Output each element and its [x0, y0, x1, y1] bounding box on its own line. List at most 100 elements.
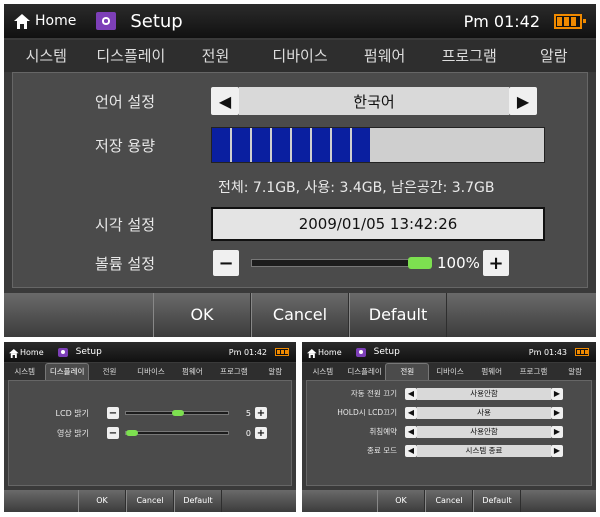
language-value: 한국어	[239, 87, 509, 115]
setting-row: 종료 모드 ◀ 시스템 종료 ▶	[307, 444, 591, 457]
volume-value: 100%	[437, 254, 480, 272]
cancel-button[interactable]: Cancel	[251, 293, 349, 337]
bottom-bar: OK Cancel Default	[4, 490, 296, 512]
tab-device[interactable]: 디바이스	[258, 40, 343, 72]
ok-button[interactable]: OK	[377, 490, 425, 512]
cancel-button[interactable]: Cancel	[425, 490, 473, 512]
tab-system[interactable]: 시스템	[302, 363, 344, 380]
top-bar: Home Setup Pm 01:42	[4, 4, 596, 38]
tab-program[interactable]: 프로그램	[213, 363, 254, 380]
storage-usage-bar	[211, 127, 545, 163]
ok-button[interactable]: OK	[153, 293, 251, 337]
volume-slider-thumb[interactable]	[408, 257, 432, 269]
tab-firmware[interactable]: 펌웨어	[172, 363, 213, 380]
home-icon[interactable]	[307, 349, 317, 358]
lcd-minus-button[interactable]: −	[107, 407, 119, 419]
storage-used-segment	[312, 128, 332, 162]
battery-icon	[575, 348, 589, 356]
time-label: 시각 설정	[95, 215, 155, 234]
video-brightness-label: 영상 밝기	[57, 428, 89, 438]
video-minus-button[interactable]: −	[107, 427, 119, 439]
language-prev-button[interactable]: ◀	[211, 87, 239, 115]
auto-power-off-next-button[interactable]: ▶	[551, 387, 563, 400]
hold-lcd-off-value: 사용	[417, 406, 551, 419]
tab-power[interactable]: 전원	[385, 363, 430, 380]
setup-screen-system: Home Setup Pm 01:42 시스템 디스플레이 전원 디바이스 펌웨…	[4, 4, 596, 337]
home-icon[interactable]	[9, 349, 19, 358]
bottom-bar: OK Cancel Default	[302, 490, 596, 512]
setting-row: 취침예약 ◀ 사용안함 ▶	[307, 425, 591, 438]
storage-label: 저장 용량	[95, 136, 155, 155]
shutdown-mode-label: 종료 모드	[367, 446, 397, 455]
tab-system[interactable]: 시스템	[4, 40, 89, 72]
video-value: 0	[245, 428, 251, 438]
setup-screen-power: Home Setup Pm 01:43 시스템 디스플레이 전원 디바이스 펌웨…	[302, 342, 596, 512]
ok-button[interactable]: OK	[78, 490, 126, 512]
storage-summary: 전체: 7.1GB, 사용: 3.4GB, 남은공간: 3.7GB	[218, 180, 495, 196]
shutdown-mode-next-button[interactable]: ▶	[551, 444, 563, 457]
shutdown-mode-value: 시스템 종료	[417, 444, 551, 457]
language-next-button[interactable]: ▶	[509, 87, 537, 115]
setting-row: HOLD시 LCD끄기 ◀ 사용 ▶	[307, 406, 591, 419]
storage-used-segment	[272, 128, 292, 162]
settings-panel: 언어 설정 ◀ 한국어 ▶ 저장 용량 전체: 7.1GB, 사용: 3.4GB…	[12, 72, 588, 288]
home-icon[interactable]	[14, 13, 30, 29]
tab-device[interactable]: 디바이스	[429, 363, 471, 380]
sleep-timer-next-button[interactable]: ▶	[551, 425, 563, 438]
tab-bar: 시스템 디스플레이 전원 디바이스 펌웨어 프로그램 알람	[4, 40, 596, 72]
video-slider-thumb[interactable]	[126, 430, 138, 436]
bottom-bar: OK Cancel Default	[4, 293, 596, 337]
tab-alarm[interactable]: 알람	[511, 40, 596, 72]
tab-program[interactable]: 프로그램	[427, 40, 512, 72]
tab-power[interactable]: 전원	[89, 363, 130, 380]
video-slider[interactable]	[125, 430, 229, 436]
battery-icon	[554, 13, 586, 29]
lcd-brightness-label: LCD 밝기	[55, 408, 89, 418]
lcd-slider[interactable]	[125, 410, 229, 416]
tab-display[interactable]: 디스플레이	[89, 40, 174, 72]
volume-label: 볼륨 설정	[95, 254, 155, 273]
volume-slider[interactable]	[251, 257, 432, 269]
default-button[interactable]: Default	[473, 490, 521, 512]
tab-bar: 시스템 디스플레이 전원 디바이스 펌웨어 프로그램 알람	[4, 363, 296, 380]
tab-firmware[interactable]: 펌웨어	[342, 40, 427, 72]
tab-system[interactable]: 시스템	[4, 363, 45, 380]
sleep-timer-value: 사용안함	[417, 425, 551, 438]
datetime-field[interactable]: 2009/01/05 13:42:26	[211, 207, 545, 241]
tab-alarm[interactable]: 알람	[554, 363, 596, 380]
lcd-value: 5	[245, 408, 251, 418]
volume-plus-button[interactable]: +	[483, 250, 509, 276]
settings-panel: 자동 전원 끄기 ◀ 사용안함 ▶ HOLD시 LCD끄기 ◀ 사용 ▶ 취침예…	[306, 380, 592, 486]
settings-panel: LCD 밝기 − 5 + 영상 밝기 − 0 +	[8, 380, 292, 486]
lcd-plus-button[interactable]: +	[255, 407, 267, 419]
tab-firmware[interactable]: 펌웨어	[471, 363, 513, 380]
tab-display[interactable]: 디스플레이	[344, 363, 386, 380]
auto-power-off-prev-button[interactable]: ◀	[405, 387, 417, 400]
tab-device[interactable]: 디바이스	[130, 363, 171, 380]
storage-used-segment	[232, 128, 252, 162]
hold-lcd-off-prev-button[interactable]: ◀	[405, 406, 417, 419]
tab-display[interactable]: 디스플레이	[45, 363, 89, 380]
lcd-slider-thumb[interactable]	[172, 410, 184, 416]
video-plus-button[interactable]: +	[255, 427, 267, 439]
tab-alarm[interactable]: 알람	[255, 363, 296, 380]
tab-program[interactable]: 프로그램	[513, 363, 555, 380]
setup-screen-display: Home Setup Pm 01:42 시스템 디스플레이 전원 디바이스 펌웨…	[4, 342, 296, 512]
clock: Pm 01:42	[228, 347, 267, 357]
setup-icon	[355, 347, 366, 357]
home-label[interactable]: Home	[20, 348, 44, 357]
hold-lcd-off-label: HOLD시 LCD끄기	[337, 408, 397, 417]
default-button[interactable]: Default	[349, 293, 447, 337]
shutdown-mode-prev-button[interactable]: ◀	[405, 444, 417, 457]
home-label[interactable]: Home	[35, 13, 76, 29]
volume-minus-button[interactable]: −	[213, 250, 239, 276]
setup-icon	[96, 12, 117, 30]
tab-power[interactable]: 전원	[173, 40, 258, 72]
sleep-timer-prev-button[interactable]: ◀	[405, 425, 417, 438]
cancel-button[interactable]: Cancel	[126, 490, 174, 512]
lcd-brightness-row: LCD 밝기 − 5 +	[9, 407, 291, 419]
clock: Pm 01:42	[463, 11, 540, 31]
hold-lcd-off-next-button[interactable]: ▶	[551, 406, 563, 419]
home-label[interactable]: Home	[318, 348, 342, 357]
default-button[interactable]: Default	[174, 490, 222, 512]
